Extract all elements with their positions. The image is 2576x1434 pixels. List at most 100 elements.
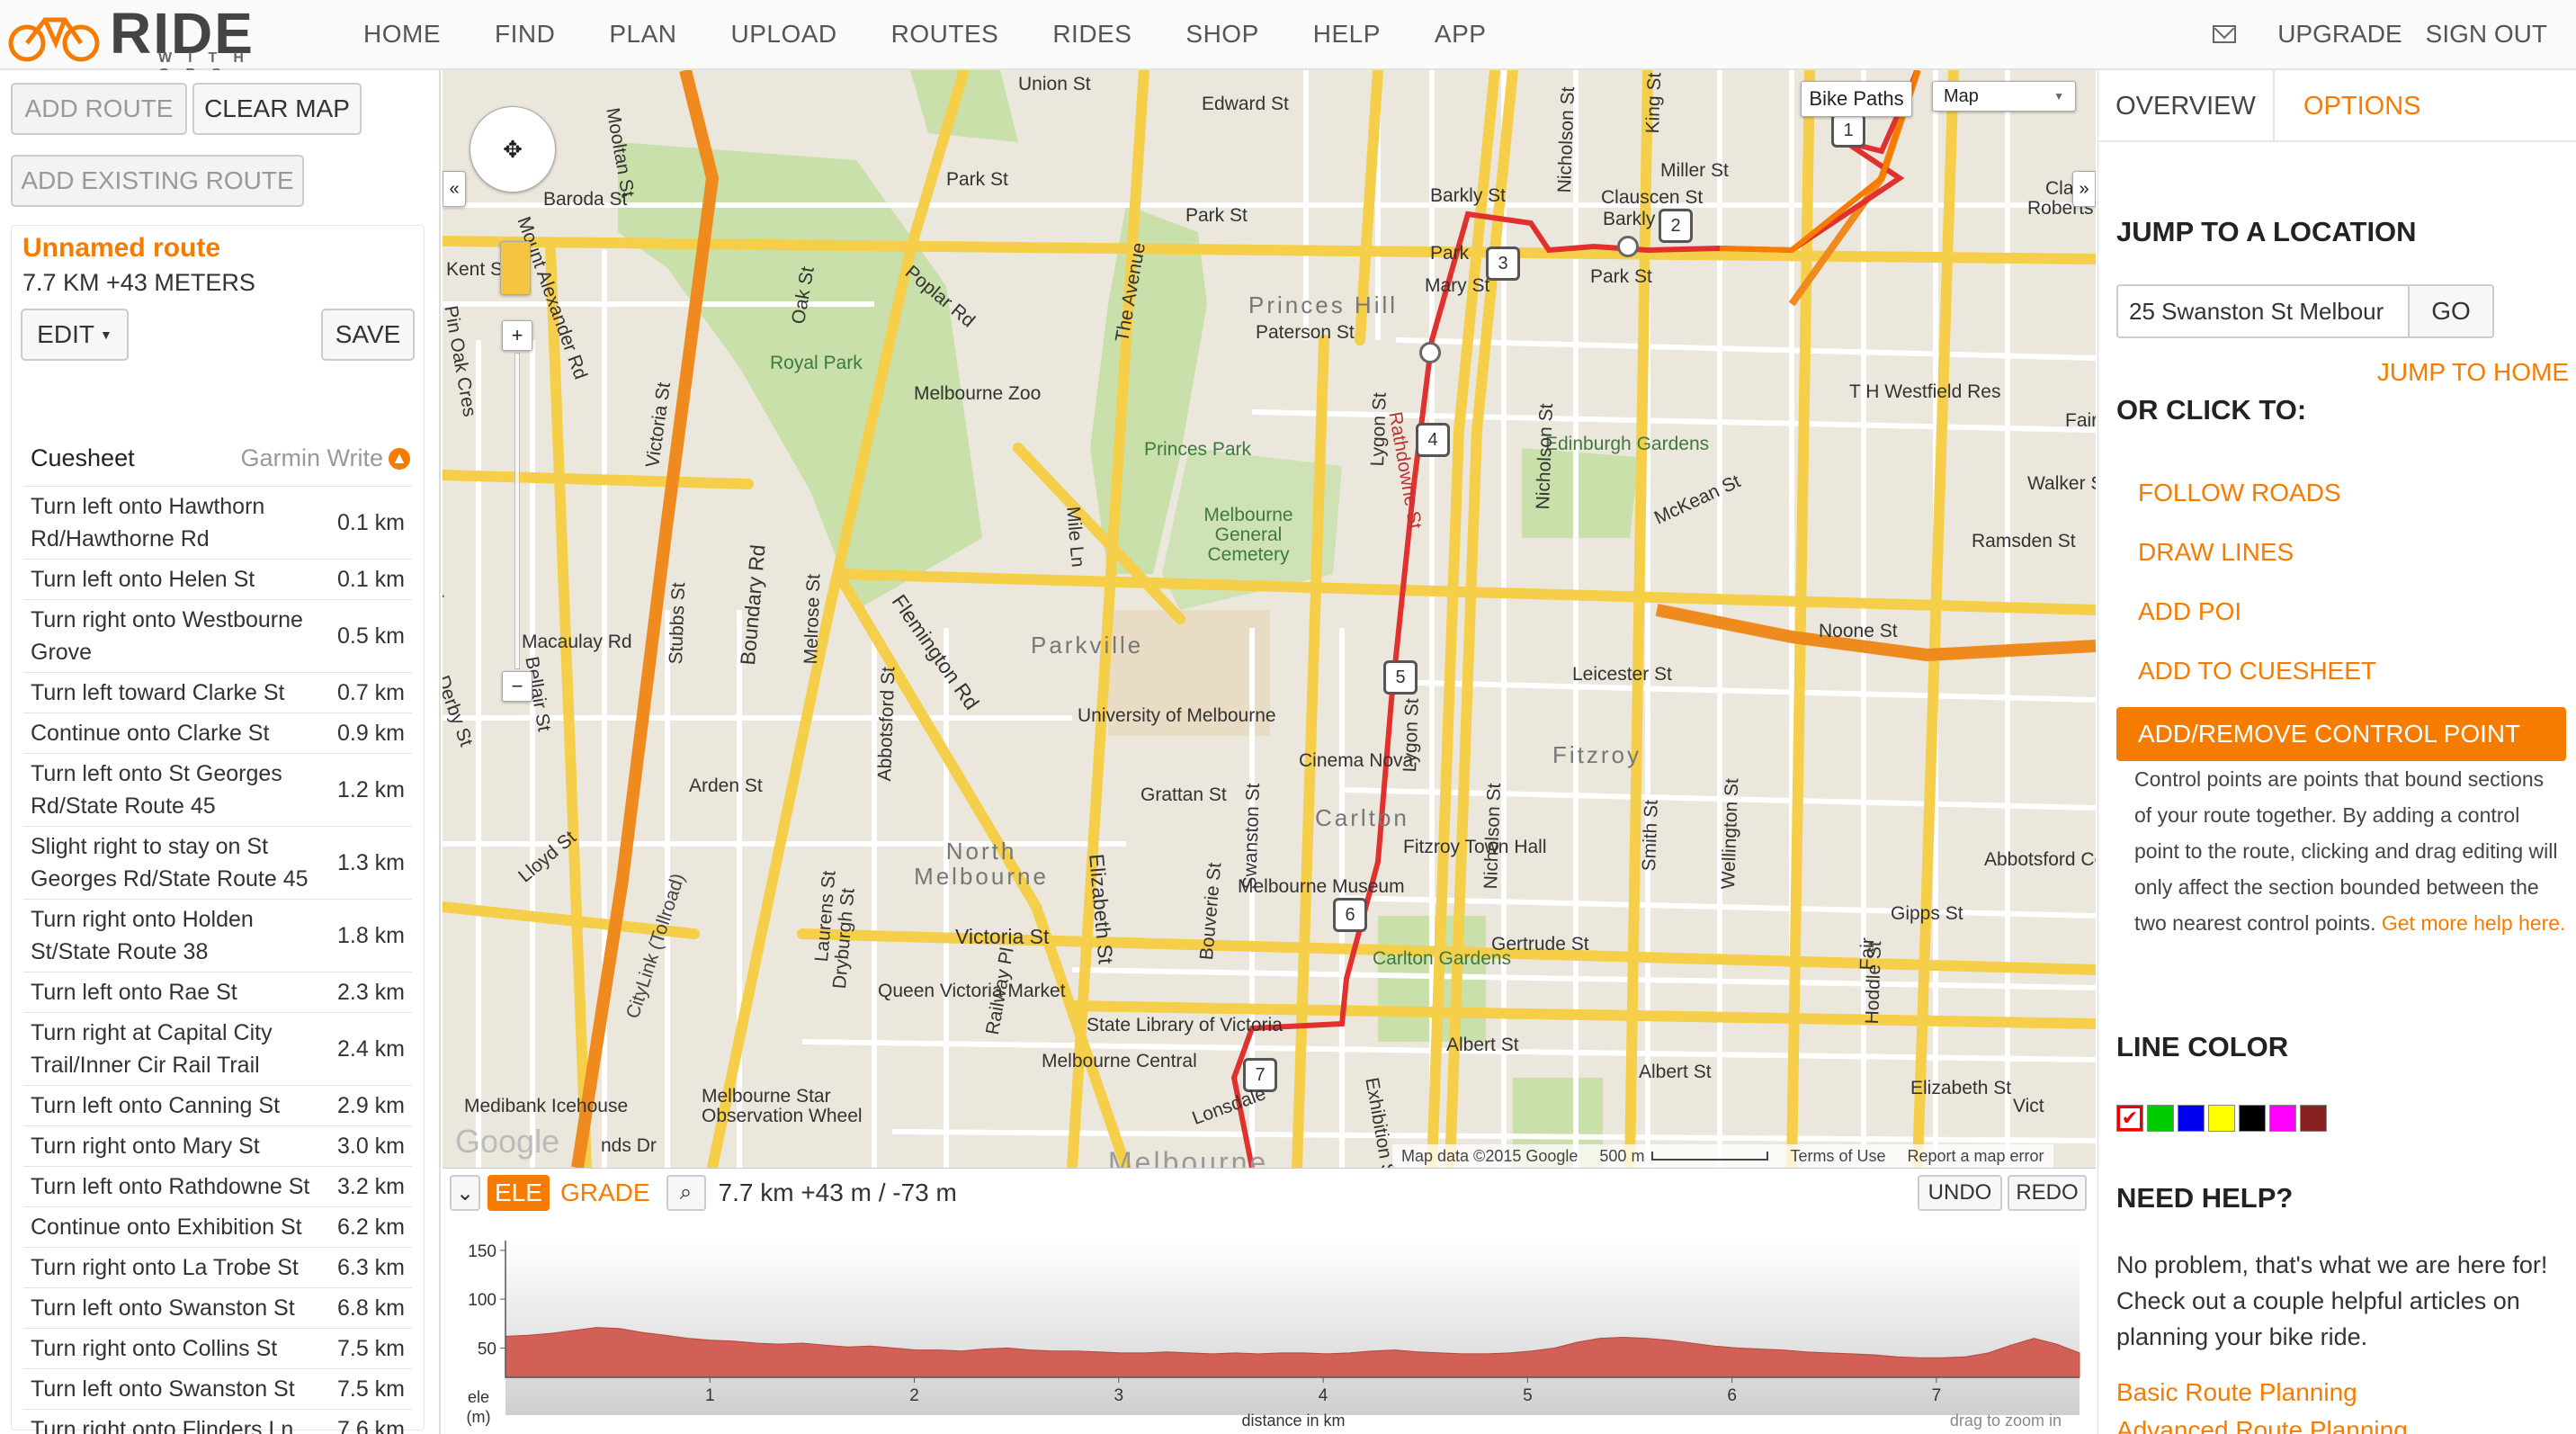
- cue-row[interactable]: Turn left onto Canning St 2.9 km: [23, 1085, 412, 1125]
- cue-row[interactable]: Turn right onto Mary St 3.0 km: [23, 1125, 412, 1166]
- report-error-link[interactable]: Report a map error: [1907, 1147, 2044, 1166]
- route-marker-2[interactable]: 2: [1659, 209, 1693, 243]
- x-axis-label: distance in km: [1241, 1412, 1345, 1430]
- map-label: Cinema Nova: [1299, 750, 1414, 771]
- grade-tab[interactable]: GRADE: [560, 1179, 650, 1207]
- upgrade-link[interactable]: UPGRADE: [2277, 20, 2402, 49]
- cue-row[interactable]: Turn left onto Rathdowne St 3.2 km: [23, 1166, 412, 1206]
- control-point-text: Control points are points that bound sec…: [2134, 767, 2558, 935]
- color-swatch[interactable]: [2147, 1105, 2174, 1132]
- jump-home-link[interactable]: JUMP TO HOME: [2377, 358, 2569, 387]
- zoom-magnifier-icon[interactable]: ⌕: [666, 1175, 706, 1211]
- cue-row[interactable]: Continue onto Clarke St 0.9 km: [23, 713, 412, 753]
- undo-button[interactable]: UNDO: [1918, 1175, 2002, 1211]
- follow-roads-option[interactable]: FOLLOW ROADS: [2138, 479, 2341, 507]
- nav-home[interactable]: HOME: [363, 20, 441, 49]
- cue-distance: 6.3 km: [336, 1254, 405, 1280]
- advanced-route-planning-link[interactable]: Advanced Route Planning: [2116, 1416, 2408, 1434]
- logo[interactable]: RIDE WITH GPS: [5, 1, 320, 82]
- nav-help[interactable]: HELP: [1313, 20, 1381, 49]
- route-map[interactable]: 1 2 3 4 5 6 7 Union St Edward St Park St…: [443, 70, 2096, 1168]
- collapse-right-icon[interactable]: »: [2072, 171, 2096, 207]
- cue-row[interactable]: Turn left onto Swanston St 6.8 km: [23, 1287, 412, 1328]
- clear-map-button[interactable]: CLEAR MAP: [192, 83, 362, 135]
- cue-text: Turn left onto Swanston St: [31, 1295, 295, 1321]
- edit-dropdown-button[interactable]: EDIT ▼: [21, 309, 129, 361]
- add-poi-option[interactable]: ADD POI: [2138, 597, 2241, 626]
- nav-find[interactable]: FIND: [495, 20, 555, 49]
- nav-plan[interactable]: PLAN: [609, 20, 676, 49]
- cue-row[interactable]: Turn right onto Flinders Ln 7.6 km: [23, 1409, 412, 1434]
- cue-row[interactable]: Turn right onto Westbourne Grove 0.5 km: [23, 599, 412, 672]
- route-marker-5[interactable]: 5: [1383, 660, 1418, 695]
- map-label: Albert St: [1446, 1035, 1519, 1055]
- map-type-select[interactable]: Map ▼: [1932, 81, 2076, 112]
- add-existing-route-button[interactable]: ADD EXISTING ROUTE: [11, 155, 304, 207]
- cue-row[interactable]: Turn left onto Swanston St 7.5 km: [23, 1368, 412, 1409]
- nav-upload[interactable]: UPLOAD: [730, 20, 836, 49]
- route-marker-1[interactable]: 1: [1831, 113, 1865, 148]
- go-button[interactable]: GO: [2408, 284, 2494, 338]
- draw-lines-option[interactable]: DRAW LINES: [2138, 538, 2294, 567]
- color-swatch[interactable]: [2208, 1105, 2235, 1132]
- bike-paths-toggle[interactable]: Bike Paths: [1801, 81, 1912, 117]
- map-label: Arden St: [689, 775, 763, 796]
- add-to-cuesheet-option[interactable]: ADD TO CUESHEET: [2138, 657, 2376, 686]
- map-label: Miller St: [1660, 160, 1729, 181]
- cue-row[interactable]: Turn left onto St Georges Rd/State Route…: [23, 753, 412, 826]
- location-input[interactable]: [2116, 284, 2410, 338]
- route-marker-6[interactable]: 6: [1333, 898, 1367, 932]
- control-point-option[interactable]: ADD/REMOVE CONTROL POINT: [2116, 707, 2566, 761]
- zoom-in-button[interactable]: +: [502, 320, 532, 351]
- nav-rides[interactable]: RIDES: [1052, 20, 1131, 49]
- route-marker-4[interactable]: 4: [1416, 423, 1450, 457]
- collapse-left-icon[interactable]: «: [443, 171, 466, 207]
- zoom-out-button[interactable]: −: [502, 671, 532, 702]
- more-help-link[interactable]: Get more help here.: [2382, 911, 2566, 935]
- save-button[interactable]: SAVE: [321, 309, 415, 361]
- cue-distance: 6.8 km: [336, 1295, 405, 1321]
- cue-row[interactable]: Turn right onto Collins St 7.5 km: [23, 1328, 412, 1368]
- redo-button[interactable]: REDO: [2008, 1175, 2087, 1211]
- cue-distance: 6.2 km: [336, 1214, 405, 1240]
- collapse-elevation-icon[interactable]: ⌄: [450, 1175, 480, 1211]
- mail-icon[interactable]: [2213, 25, 2237, 43]
- elevation-chart[interactable]: 150 100 50 1 2 3 4 5 6 7 ele (m) distance in km drag …: [443, 1217, 2096, 1434]
- cue-row[interactable]: Slight right to stay on St Georges Rd/St…: [23, 826, 412, 899]
- color-swatch[interactable]: [2239, 1105, 2266, 1132]
- nav-shop[interactable]: SHOP: [1185, 20, 1258, 49]
- zoom-slider-track[interactable]: [514, 353, 520, 669]
- cue-row[interactable]: Turn left onto Hawthorn Rd/Hawthorne Rd 0…: [23, 486, 412, 559]
- map-label: Melbourne General Cemetery: [1203, 505, 1293, 565]
- cue-row[interactable]: Turn right at Capital City Trail/Inner C…: [23, 1012, 412, 1085]
- map-label: Princes Hill: [1248, 291, 1399, 318]
- route-name[interactable]: Unnamed route: [22, 233, 220, 264]
- color-swatch[interactable]: [2300, 1105, 2327, 1132]
- nav-app[interactable]: APP: [1435, 20, 1487, 49]
- cue-row[interactable]: Turn right onto La Trobe St 6.3 km: [23, 1247, 412, 1287]
- color-swatch-selected[interactable]: ✔: [2116, 1105, 2143, 1132]
- control-point[interactable]: [1419, 342, 1441, 363]
- cue-row[interactable]: Turn right onto Holden St/State Route 38…: [23, 899, 412, 972]
- color-swatch[interactable]: [2269, 1105, 2296, 1132]
- garmin-write-link[interactable]: Garmin Write ▲: [240, 444, 410, 472]
- map-canvas[interactable]: [443, 70, 2096, 1168]
- cue-row[interactable]: Turn left toward Clarke St 0.7 km: [23, 672, 412, 713]
- terms-link[interactable]: Terms of Use: [1790, 1147, 1885, 1166]
- cue-row[interactable]: Turn left onto Helen St 0.1 km: [23, 559, 412, 599]
- cue-row[interactable]: Continue onto Exhibition St 6.2 km: [23, 1206, 412, 1247]
- cue-row[interactable]: Turn left onto Rae St 2.3 km: [23, 972, 412, 1012]
- ele-tab[interactable]: ELE: [487, 1175, 550, 1211]
- control-point[interactable]: [1617, 236, 1639, 257]
- tab-options[interactable]: OPTIONS: [2303, 70, 2421, 142]
- street-view-pegman-icon[interactable]: [500, 241, 531, 295]
- color-swatch[interactable]: [2178, 1105, 2205, 1132]
- pan-control[interactable]: ✥: [470, 106, 556, 193]
- basic-route-planning-link[interactable]: Basic Route Planning: [2116, 1378, 2357, 1407]
- nav-routes[interactable]: ROUTES: [891, 20, 999, 49]
- tab-overview[interactable]: OVERVIEW: [2098, 70, 2275, 142]
- add-route-button[interactable]: ADD ROUTE: [11, 83, 187, 135]
- map-label: Abbotsford St: [874, 666, 899, 782]
- route-marker-3[interactable]: 3: [1486, 246, 1520, 281]
- sign-out-link[interactable]: SIGN OUT: [2426, 20, 2547, 49]
